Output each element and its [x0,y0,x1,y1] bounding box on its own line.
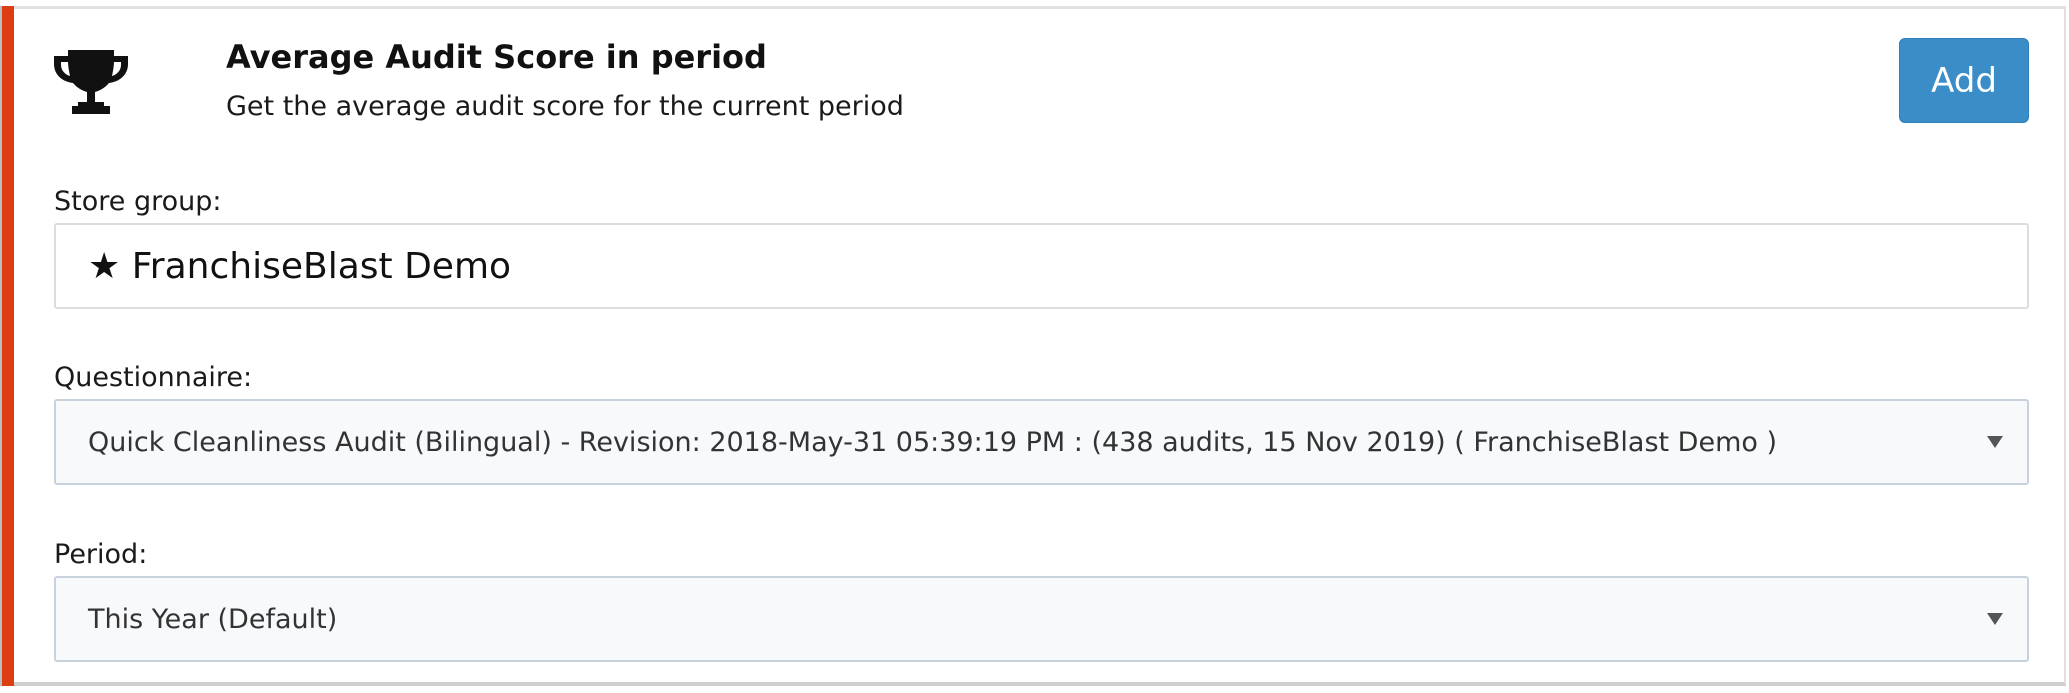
add-button[interactable]: Add [1899,38,2029,123]
questionnaire-selected-value: Quick Cleanliness Audit (Bilingual) - Re… [88,426,1778,458]
chevron-down-icon [1987,436,2003,448]
widget-description: Get the average audit score for the curr… [226,91,904,122]
accent-bar [0,6,14,686]
store-group-value: ★ FranchiseBlast Demo [88,245,512,287]
period-label: Period: [54,539,148,570]
store-group-label: Store group: [54,186,222,217]
chevron-down-icon [1987,613,2003,625]
period-select[interactable]: This Year (Default) [54,576,2029,662]
trophy-icon [54,50,128,114]
questionnaire-select[interactable]: Quick Cleanliness Audit (Bilingual) - Re… [54,399,2029,485]
widget-title: Average Audit Score in period [226,38,767,76]
questionnaire-label: Questionnaire: [54,362,253,393]
store-group-field[interactable]: ★ FranchiseBlast Demo [54,223,2029,309]
period-selected-value: This Year (Default) [88,603,338,635]
